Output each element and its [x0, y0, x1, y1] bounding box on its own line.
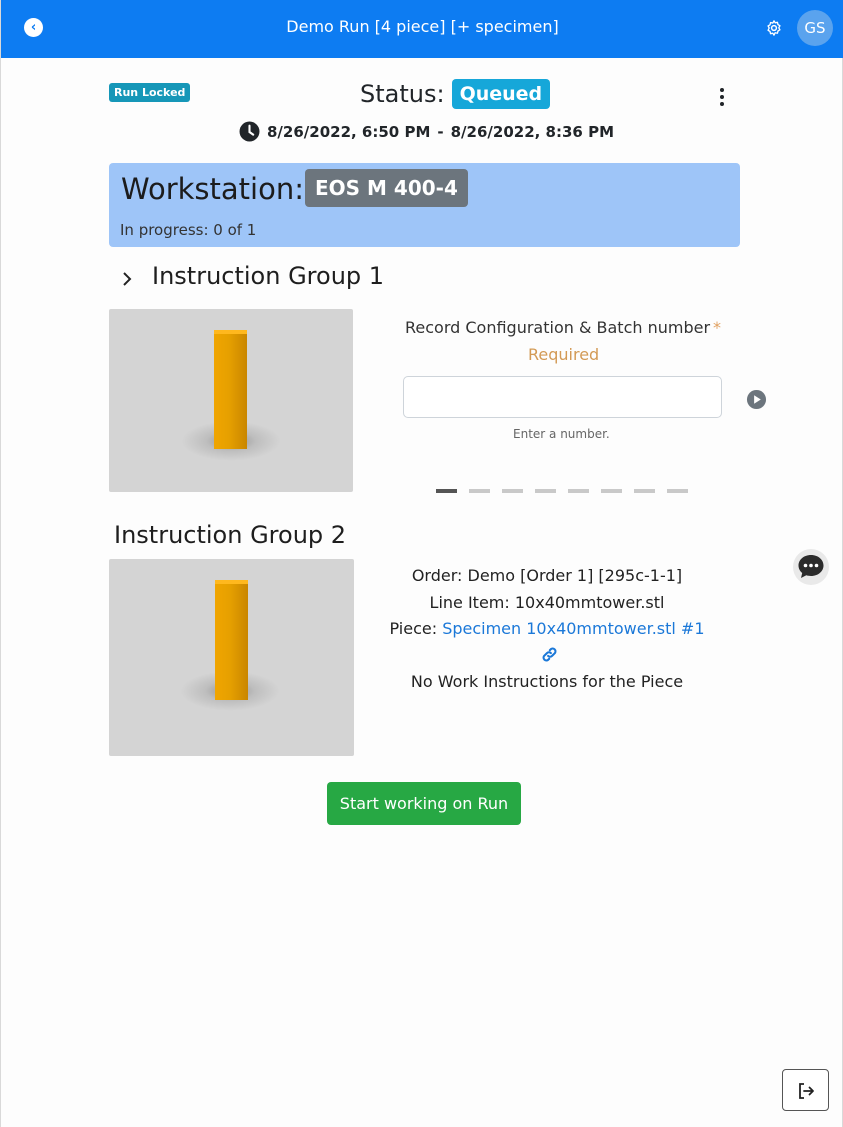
piece-3d-preview[interactable]: [109, 559, 354, 756]
chat-icon[interactable]: [792, 548, 830, 586]
sign-out-icon: [799, 1083, 814, 1099]
piece-info: Order: Demo [Order 1] [295c-1-1] Line It…: [381, 563, 713, 696]
required-text: Required: [528, 345, 600, 364]
clock-icon: [239, 121, 260, 142]
chevron-right-icon[interactable]: [120, 270, 134, 288]
carousel-indicator[interactable]: [502, 489, 523, 493]
status-label: Status:: [360, 80, 445, 108]
time-separator: -: [437, 122, 444, 141]
piece-link[interactable]: Specimen 10x40mmtower.stl #1: [442, 619, 704, 638]
link-icon[interactable]: [541, 646, 558, 663]
run-locked-badge: Run Locked: [109, 83, 191, 102]
run-time-range: 8/26/2022, 6:50 PM - 8/26/2022, 8:36 PM: [239, 121, 614, 142]
more-options-icon[interactable]: [717, 88, 727, 108]
start-time: 8/26/2022, 6:50 PM: [267, 122, 431, 141]
step-carousel-indicators: [436, 489, 700, 493]
top-bar: ‹ Demo Run [4 piece] [+ specimen] GS: [1, 0, 843, 58]
page-title: Demo Run [4 piece] [+ specimen]: [286, 17, 559, 36]
line-item-text: Line Item: 10x40mmtower.stl: [429, 592, 665, 612]
required-star: *: [713, 318, 722, 337]
piece-3d-preview[interactable]: [109, 309, 353, 492]
carousel-indicator[interactable]: [667, 489, 688, 493]
status-row: Status: Queued: [360, 79, 551, 109]
end-time: 8/26/2022, 8:36 PM: [450, 122, 615, 141]
workstation-name-badge: EOS M 400-4: [305, 169, 468, 207]
piece-row: Piece: Specimen 10x40mmtower.stl #1: [381, 616, 713, 669]
input-hint: Enter a number.: [513, 427, 610, 441]
logout-button[interactable]: [782, 1069, 829, 1111]
carousel-indicator[interactable]: [535, 489, 556, 493]
no-instructions-text: No Work Instructions for the Piece: [410, 672, 684, 691]
carousel-indicator[interactable]: [568, 489, 589, 493]
workstation-label: Workstation:: [121, 172, 305, 206]
instruction-group-2-title: Instruction Group 2: [114, 521, 347, 549]
carousel-indicator[interactable]: [469, 489, 490, 493]
workstation-card: Workstation: EOS M 400-4 In progress: 0 …: [109, 163, 740, 247]
avatar[interactable]: GS: [797, 10, 833, 46]
carousel-indicator[interactable]: [436, 489, 457, 493]
status-badge: Queued: [451, 79, 551, 109]
carousel-indicator[interactable]: [601, 489, 622, 493]
piece-label: Piece:: [389, 619, 443, 638]
order-text: Order: Demo [Order 1] [295c-1-1]: [411, 566, 683, 585]
step-title: Record Configuration & Batch number *: [405, 318, 722, 337]
start-working-button[interactable]: Start working on Run: [327, 782, 521, 825]
gear-icon[interactable]: [765, 19, 783, 37]
carousel-indicator[interactable]: [634, 489, 655, 493]
play-icon[interactable]: [746, 389, 767, 410]
batch-number-input[interactable]: [403, 376, 722, 418]
workstation-progress: In progress: 0 of 1: [120, 221, 257, 239]
instruction-group-1-title[interactable]: Instruction Group 1: [152, 262, 384, 290]
